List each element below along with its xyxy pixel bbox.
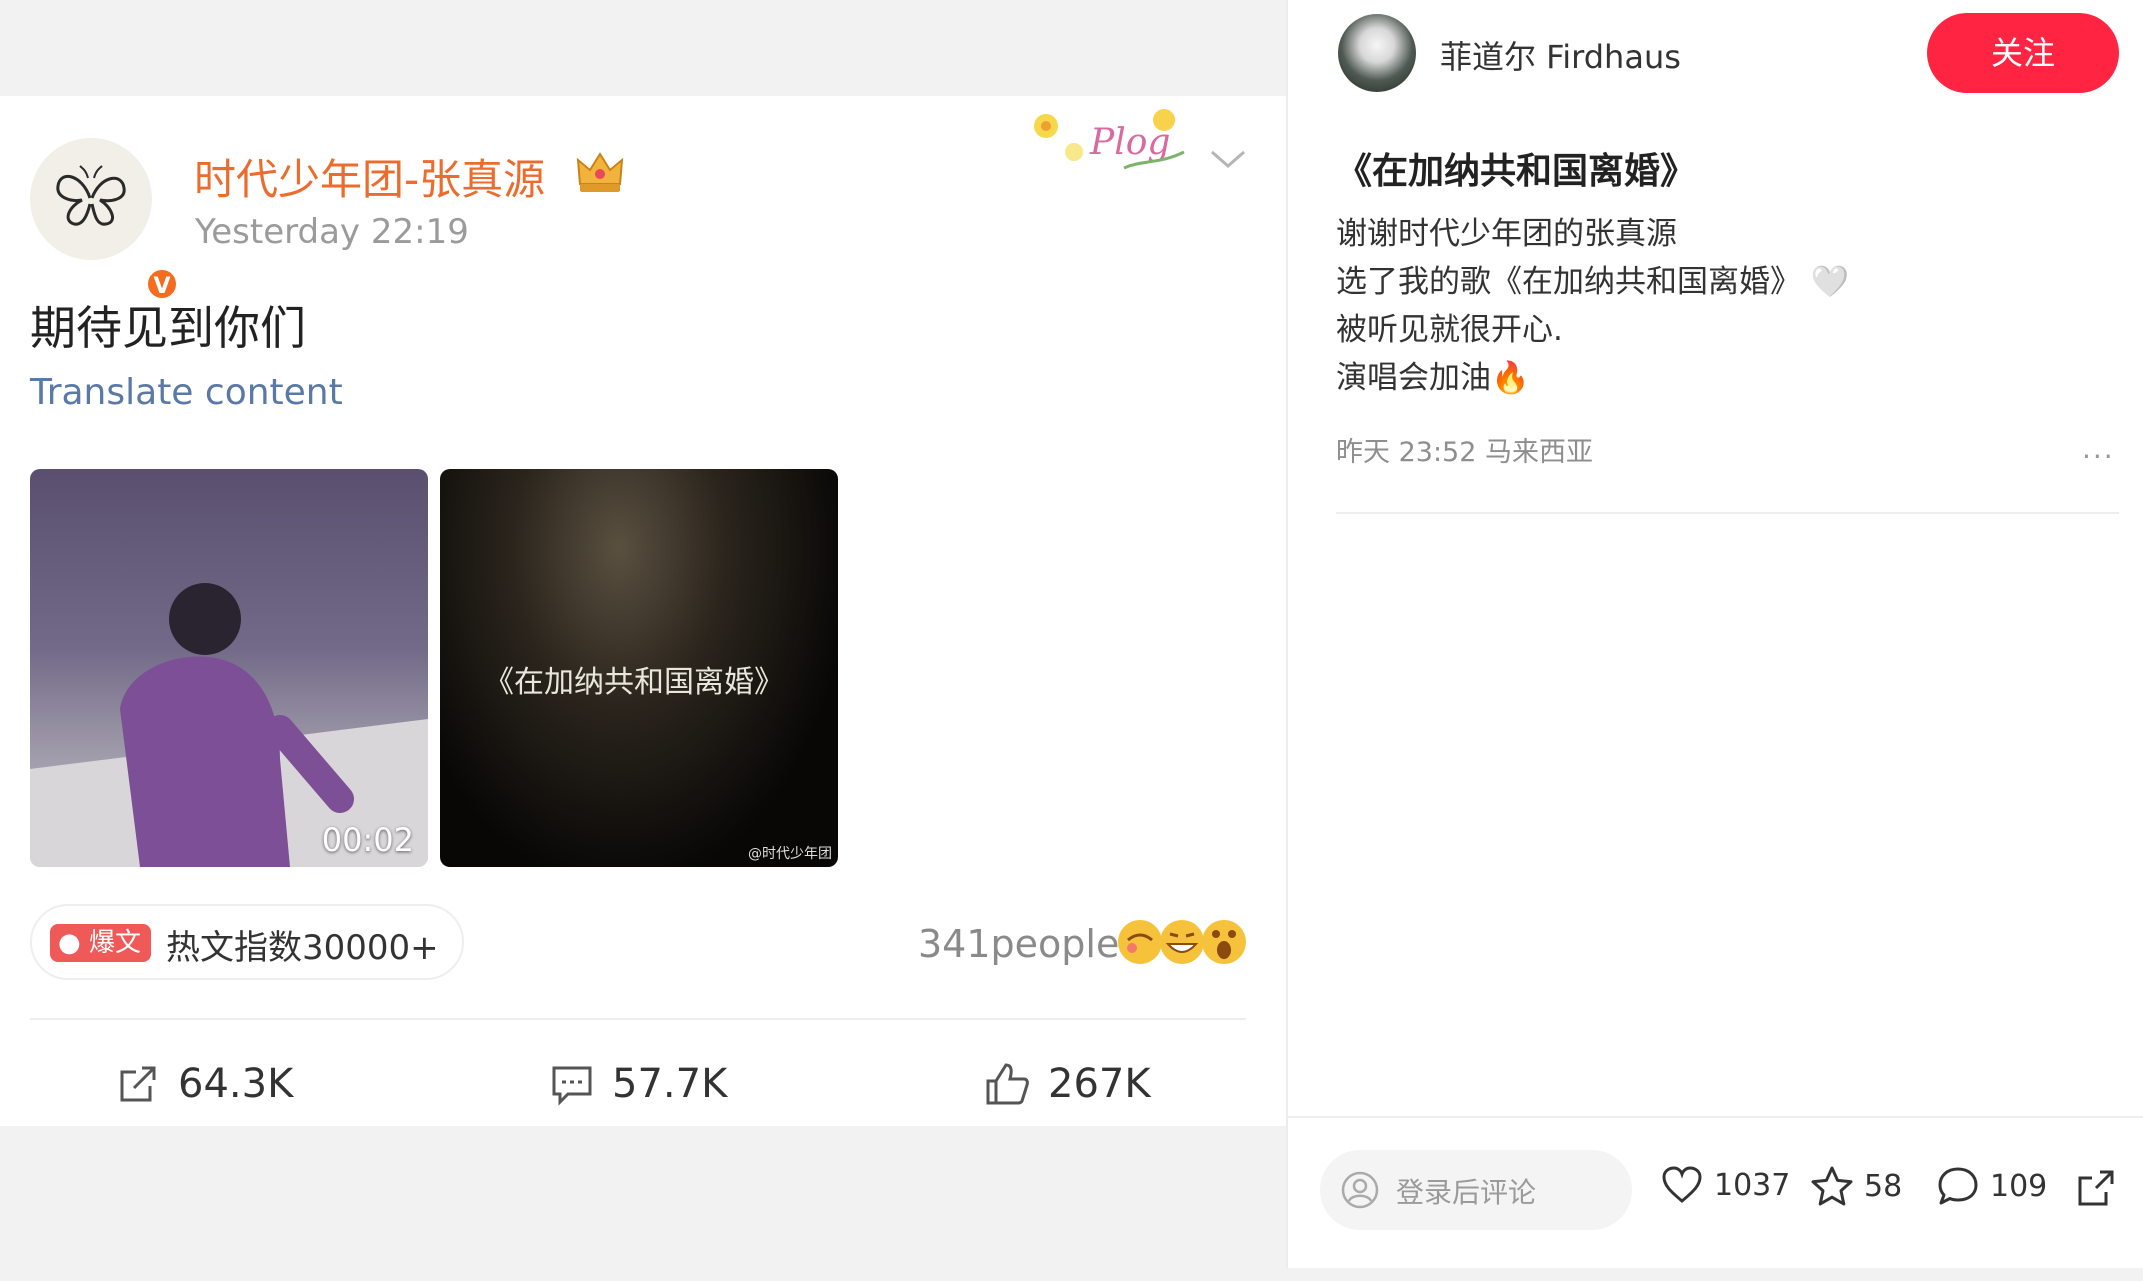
video-duration: 00:02 — [321, 821, 414, 859]
star-icon — [1811, 1166, 1853, 1206]
video-title-overlay: 《在加纳共和国离婚》 — [484, 665, 784, 700]
repost-button[interactable]: 64.3K — [116, 1044, 293, 1124]
post-text: 期待见到你们 — [30, 301, 306, 355]
video-thumbnail-2[interactable]: 《在加纳共和国离婚》 @时代少年团 — [440, 469, 838, 867]
note-pane: 菲道尔 Firdhaus 关注 《在加纳共和国离婚》 谢谢时代少年团的张真源 选… — [1288, 0, 2143, 1268]
note-comment-count: 109 — [1990, 1168, 2048, 1204]
author-name[interactable]: 时代少年团-张真源 — [194, 146, 545, 207]
note-body-line: 被听见就很开心. — [1336, 312, 1563, 348]
note-date-location: 昨天 23:52 马来西亚 — [1336, 437, 1593, 468]
comment-button[interactable]: 57.7K — [550, 1044, 727, 1124]
collect-button[interactable]: 58 — [1810, 1165, 1902, 1207]
note-author-avatar[interactable] — [1338, 14, 1416, 92]
action-divider — [30, 1018, 1246, 1020]
comment-icon — [552, 1066, 592, 1106]
like-button[interactable]: 267K — [984, 1044, 1151, 1124]
reactions-count[interactable]: 341people — [918, 922, 1119, 966]
comment-count: 57.7K — [612, 1061, 728, 1107]
share-icon[interactable] — [2074, 1166, 2118, 1210]
butterfly-icon — [56, 165, 126, 226]
reaction-emoji-icons[interactable] — [1118, 916, 1246, 968]
thumbs-up-icon — [986, 1063, 1029, 1105]
post-time: Yesterday 22:19 — [195, 212, 469, 252]
note-like-button[interactable]: 1037 — [1660, 1165, 1790, 1205]
chevron-down-icon[interactable] — [1208, 144, 1248, 174]
hot-badge-label: 爆文 — [88, 928, 141, 958]
crown-icon — [576, 152, 624, 192]
note-body-line: 谢谢时代少年团的张真源 — [1336, 216, 1677, 252]
note-body: 谢谢时代少年团的张真源 选了我的歌《在加纳共和国离婚》 🤍 被听见就很开心. 演… — [1336, 210, 1849, 402]
author-avatar[interactable]: V — [30, 138, 180, 302]
weibo-post-card: V 时代少年团-张真源 Yesterday 22:19 Plog 期待见到你们 … — [0, 96, 1286, 1126]
user-icon — [1341, 1171, 1379, 1209]
speech-bubble-icon — [1938, 1167, 1978, 1205]
comment-placeholder: 登录后评论 — [1396, 1176, 1537, 1209]
hot-index-pill[interactable]: ● 爆文 热文指数30000+ — [30, 904, 464, 980]
fire-icon: ● — [58, 928, 81, 958]
note-like-count: 1037 — [1714, 1167, 1791, 1203]
video-figure — [30, 583, 428, 867]
hot-index-text: 热文指数30000+ — [166, 928, 439, 968]
hot-badge: ● 爆文 — [50, 924, 151, 962]
note-author-name[interactable]: 菲道尔 Firdhaus — [1440, 32, 1681, 78]
repost-icon — [120, 1066, 156, 1102]
note-body-line: 选了我的歌《在加纳共和国离婚》 🤍 — [1336, 264, 1850, 300]
bottom-bar-divider — [1288, 1116, 2143, 1118]
translate-content-link[interactable]: Translate content — [30, 372, 343, 413]
comment-input[interactable]: 登录后评论 — [1320, 1150, 1632, 1230]
plog-sticker: Plog — [1034, 109, 1185, 170]
note-comment-button[interactable]: 109 — [1936, 1165, 2047, 1207]
more-options-icon[interactable]: ··· — [2082, 440, 2115, 473]
note-title: 《在加纳共和国离婚》 — [1336, 151, 1697, 192]
note-divider — [1336, 512, 2119, 514]
note-body-line: 演唱会加油🔥 — [1336, 360, 1530, 396]
follow-button[interactable]: 关注 — [1927, 13, 2119, 93]
video-thumbnail[interactable]: 00:02 — [30, 469, 428, 867]
collect-count: 58 — [1864, 1168, 1903, 1204]
video-watermark: @时代少年团 — [748, 846, 832, 862]
like-count: 267K — [1048, 1061, 1151, 1107]
repost-count: 64.3K — [178, 1061, 294, 1107]
plog-sticker-text: Plog — [1089, 122, 1170, 163]
weibo-pane: V 时代少年团-张真源 Yesterday 22:19 Plog 期待见到你们 … — [0, 0, 1286, 1281]
heart-icon — [1662, 1166, 1702, 1203]
